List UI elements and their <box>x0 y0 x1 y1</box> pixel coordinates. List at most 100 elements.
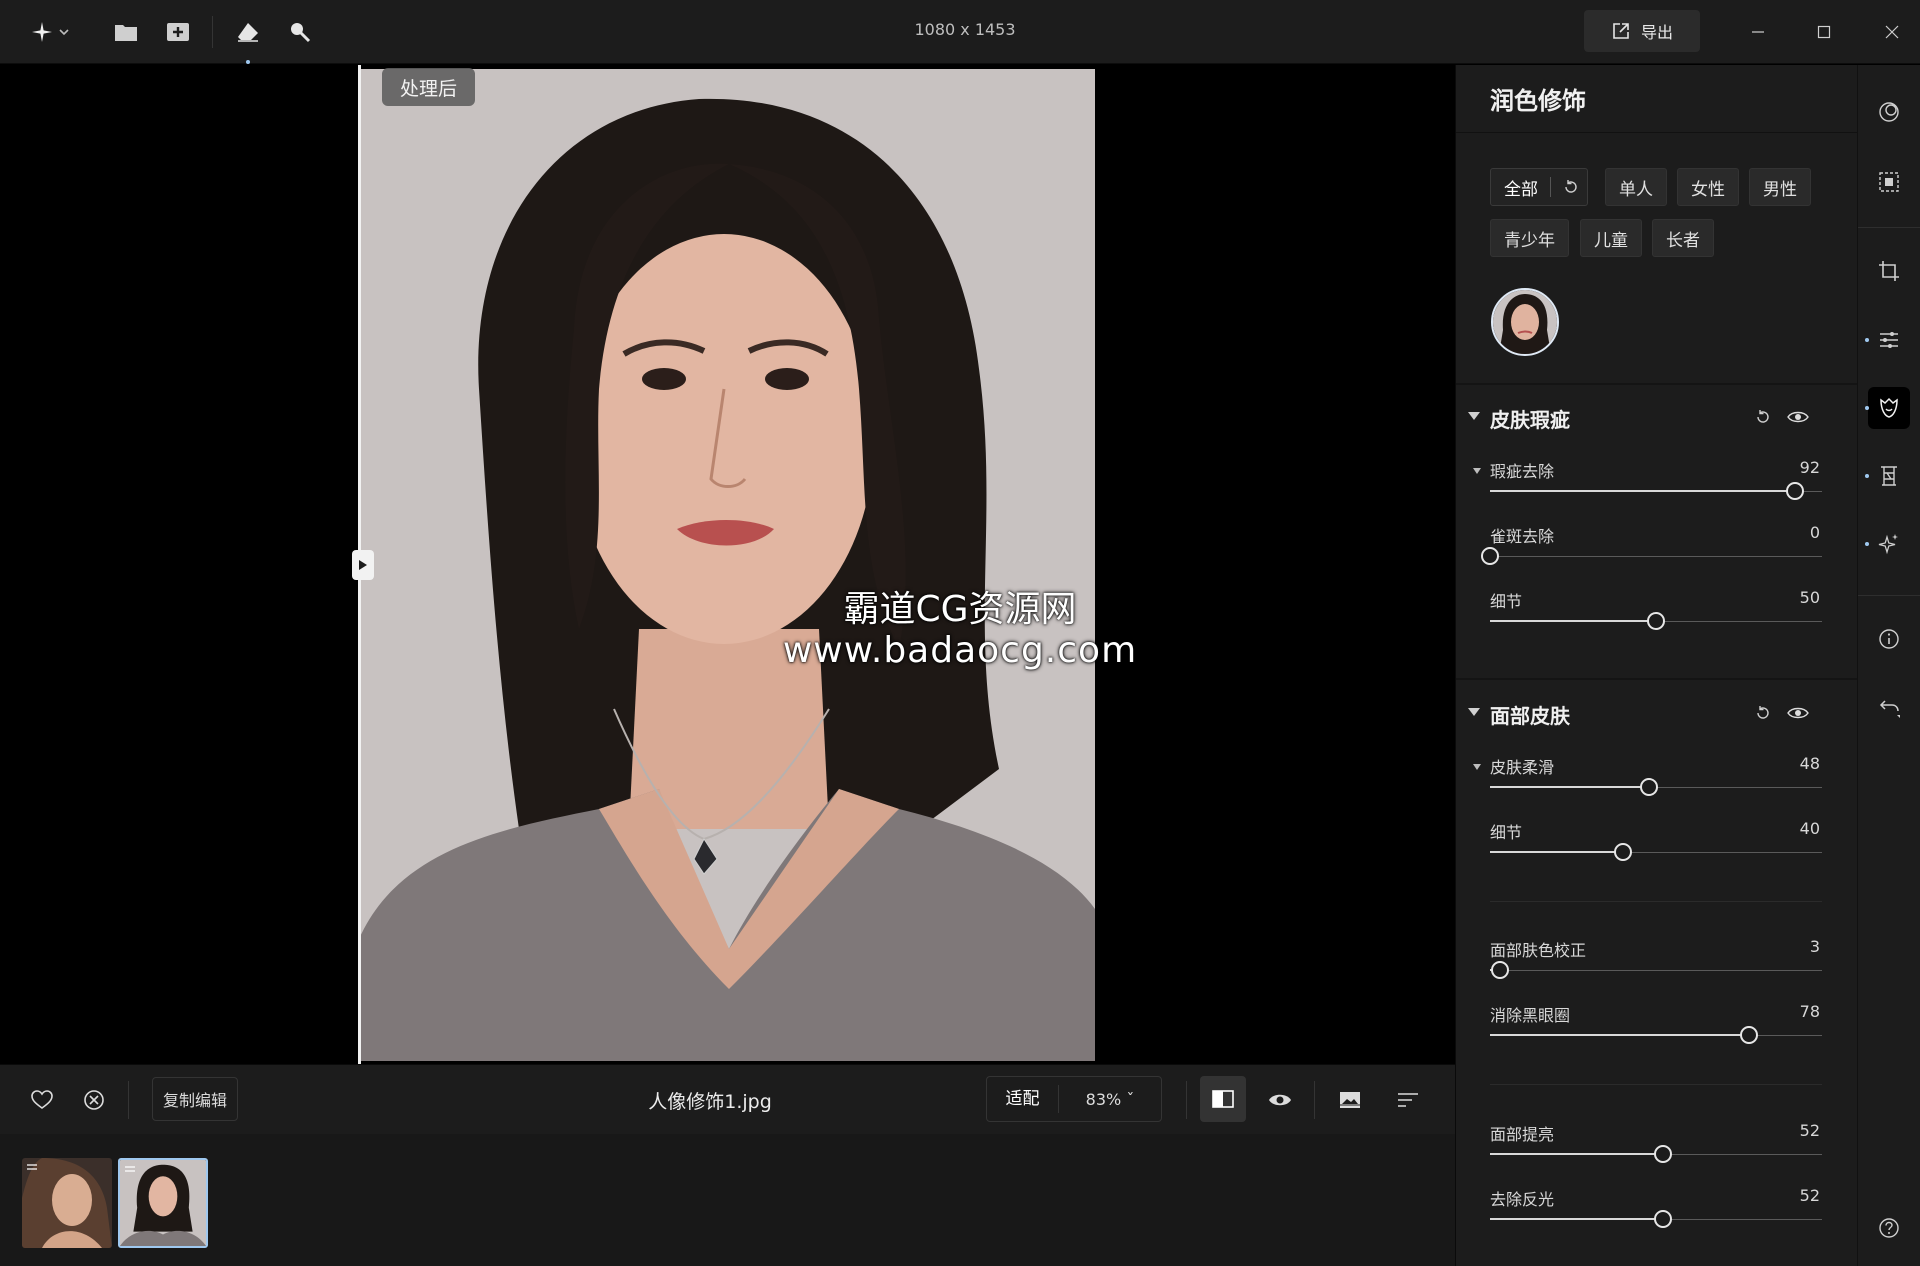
adjust-icon <box>1880 332 1898 348</box>
slider-value[interactable]: 78 <box>1800 1002 1820 1021</box>
slider-label: 雀斑去除 <box>1490 527 1555 546</box>
eye-icon <box>1787 707 1809 719</box>
reject-button[interactable] <box>76 1082 112 1118</box>
slider-freckle-removal: 雀斑去除 0 <box>1456 523 1857 583</box>
collapse-arrow-icon[interactable] <box>1468 412 1480 420</box>
tool-rail <box>1857 65 1920 1266</box>
chip-all[interactable]: 全部 <box>1490 168 1588 206</box>
search-button[interactable] <box>282 14 318 50</box>
preview-button[interactable] <box>1262 1082 1298 1118</box>
detected-face-thumbnail[interactable] <box>1491 288 1559 356</box>
title-bar: 1080 x 1453 导出 <box>0 0 1920 64</box>
slider-face-tone-correction: 面部肤色校正 3 <box>1456 937 1857 997</box>
color-tool-button[interactable] <box>1868 91 1910 133</box>
section-visibility-button[interactable] <box>1786 406 1810 428</box>
compare-handle[interactable] <box>352 550 374 580</box>
slider-thumb[interactable] <box>1647 612 1665 630</box>
slider-thumb[interactable] <box>1491 961 1509 979</box>
eraser-button[interactable] <box>230 14 266 50</box>
crop-tool-button[interactable] <box>1868 250 1910 292</box>
slider-track[interactable] <box>1490 482 1822 500</box>
slider-track[interactable] <box>1490 1210 1822 1228</box>
landscape-icon <box>1881 466 1897 486</box>
portrait-tool-button[interactable] <box>1865 387 1910 429</box>
slider-track[interactable] <box>1490 1026 1822 1044</box>
slider-value[interactable]: 3 <box>1810 937 1820 956</box>
info-button[interactable] <box>1868 618 1910 660</box>
adjust-tool-button[interactable] <box>1865 319 1910 361</box>
slider-remove-shine: 去除反光 52 <box>1456 1186 1857 1246</box>
slider-thumb[interactable] <box>1654 1210 1672 1228</box>
filmstrip-icon <box>1340 1092 1360 1108</box>
play-right-icon <box>359 560 367 570</box>
slider-value[interactable]: 52 <box>1800 1121 1820 1140</box>
slider-thumb[interactable] <box>1654 1145 1672 1163</box>
slider-thumb[interactable] <box>1740 1026 1758 1044</box>
open-folder-button[interactable] <box>108 14 144 50</box>
minimize-button[interactable] <box>1740 14 1776 50</box>
landscape-tool-button[interactable] <box>1865 455 1910 497</box>
help-icon <box>1879 1218 1899 1238</box>
compare-view-button[interactable] <box>1200 1076 1246 1122</box>
chip-elder[interactable]: 长者 <box>1652 219 1714 257</box>
slider-track[interactable] <box>1490 961 1822 979</box>
slider-blemish-detail: 细节 50 <box>1456 588 1857 648</box>
ai-icon <box>1878 534 1898 555</box>
favorite-button[interactable] <box>24 1082 60 1118</box>
reset-icon[interactable] <box>1563 179 1579 195</box>
copy-edit-button[interactable]: 复制编辑 <box>152 1077 239 1121</box>
chip-female[interactable]: 女性 <box>1677 168 1739 206</box>
edited-badge <box>123 1163 137 1175</box>
chip-male[interactable]: 男性 <box>1749 168 1811 206</box>
close-button[interactable] <box>1874 14 1910 50</box>
slider-track[interactable] <box>1490 612 1822 630</box>
slider-thumb[interactable] <box>1786 482 1804 500</box>
mask-tool-button[interactable] <box>1868 161 1910 203</box>
chip-child[interactable]: 儿童 <box>1580 219 1642 257</box>
slider-thumb[interactable] <box>1614 843 1632 861</box>
slider-value[interactable]: 50 <box>1800 588 1820 607</box>
slider-value[interactable]: 52 <box>1800 1186 1820 1205</box>
slider-thumb[interactable] <box>1481 547 1499 565</box>
ai-tool-button[interactable] <box>1865 523 1910 565</box>
section-reset-button[interactable] <box>1752 406 1774 428</box>
add-image-button[interactable] <box>160 14 196 50</box>
zoom-dropdown[interactable]: 83% ˇ <box>1059 1090 1161 1109</box>
section-visibility-button[interactable] <box>1786 702 1810 724</box>
help-button[interactable] <box>1868 1207 1910 1249</box>
slider-track[interactable] <box>1490 778 1822 796</box>
slider-track[interactable] <box>1481 547 1822 565</box>
fit-button[interactable]: 适配 <box>987 1085 1059 1113</box>
section-reset-button[interactable] <box>1752 702 1774 724</box>
chip-single[interactable]: 单人 <box>1605 168 1667 206</box>
collapse-arrow-icon[interactable] <box>1468 708 1480 716</box>
app-menu-button[interactable] <box>22 14 78 50</box>
slider-track[interactable] <box>1490 1145 1822 1163</box>
sort-button[interactable] <box>1390 1082 1426 1118</box>
expand-arrow-icon[interactable] <box>1473 468 1481 474</box>
sliders-icon <box>125 1166 135 1172</box>
slider-value[interactable]: 92 <box>1800 458 1820 477</box>
image-canvas[interactable]: 处理后 霸道CG资源网 www.badaocg.com <box>0 65 1455 1064</box>
filmstrip-toggle-button[interactable] <box>1332 1082 1368 1118</box>
section-face-skin[interactable]: 面部皮肤 <box>1456 694 1857 734</box>
export-button[interactable]: 导出 <box>1584 10 1700 52</box>
zoom-control: 适配 83% ˇ <box>986 1076 1162 1122</box>
slider-value[interactable]: 0 <box>1810 523 1820 542</box>
section-title: 面部皮肤 <box>1490 704 1570 728</box>
undo-button[interactable] <box>1868 687 1910 729</box>
magnifier-icon <box>291 23 311 43</box>
slider-track[interactable] <box>1490 843 1822 861</box>
slider-value[interactable]: 48 <box>1800 754 1820 773</box>
folder-icon <box>115 25 137 41</box>
slider-value[interactable]: 40 <box>1800 819 1820 838</box>
section-skin-blemish[interactable]: 皮肤瑕疵 <box>1456 398 1857 438</box>
filmstrip-thumbnail[interactable] <box>22 1158 112 1248</box>
maximize-button[interactable] <box>1806 14 1842 50</box>
crop-icon <box>1879 261 1899 281</box>
chip-teen[interactable]: 青少年 <box>1490 219 1569 257</box>
slider-thumb[interactable] <box>1640 778 1658 796</box>
slider-label: 面部肤色校正 <box>1490 941 1587 960</box>
filmstrip-thumbnail-selected[interactable] <box>118 1158 208 1248</box>
expand-arrow-icon[interactable] <box>1473 764 1481 770</box>
